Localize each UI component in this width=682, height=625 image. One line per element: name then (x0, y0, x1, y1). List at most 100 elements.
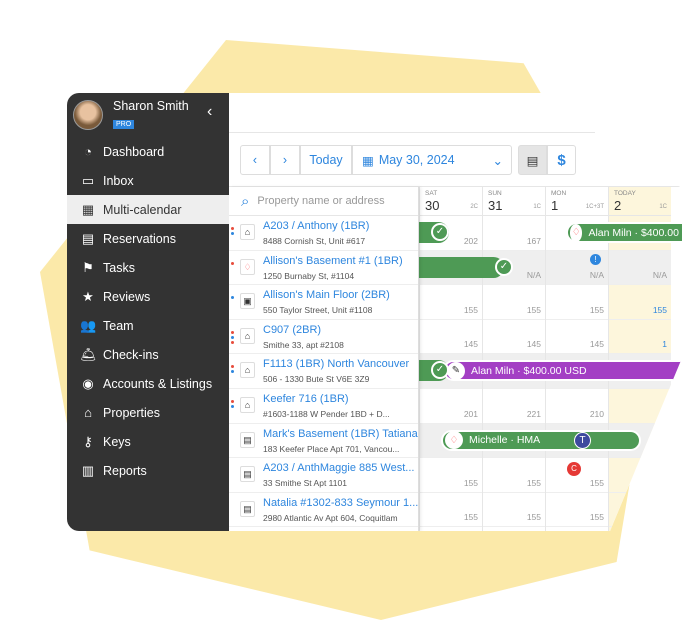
calendar-cell[interactable]: 155 (546, 285, 608, 320)
property-row[interactable]: ▤ A203 / AnthMaggie 885 West... 33 Smithe … (229, 458, 418, 493)
calendar-cell[interactable]: 155 (420, 285, 482, 320)
calendar-cell[interactable] (609, 458, 671, 493)
sidebar-item-team[interactable]: 👥 Team (67, 311, 229, 340)
calendar-cell[interactable]: 201 (420, 389, 482, 424)
info-icon[interactable]: ! (590, 253, 601, 265)
property-name[interactable]: A203 / AnthMaggie 885 West... (263, 462, 414, 474)
property-search[interactable]: ⌕ Property name or address (229, 187, 418, 216)
sidebar-item-inbox[interactable]: ▭ Inbox (67, 166, 229, 195)
property-row[interactable]: ⌂ A203 / Anthony (1BR) 8488 Cornish St, Un… (229, 216, 418, 251)
calendar-cell[interactable]: 145 (420, 320, 482, 355)
price-view-button[interactable]: $ (547, 145, 576, 175)
property-row[interactable]: ▣ Allison's Main Floor (2BR) 550 Taylor St… (229, 285, 418, 320)
calendar-cell[interactable]: 167 (483, 216, 545, 251)
sidebar-item-label: Multi-calendar (103, 202, 182, 217)
sidebar-item-tasks[interactable]: ⚑ Tasks (67, 253, 229, 282)
property-name[interactable]: Mark's Basement (1BR) Tatiana (263, 428, 418, 440)
sidebar-item-reservations[interactable]: ▤ Reservations (67, 224, 229, 253)
cell-value: 155 (463, 304, 478, 315)
calendar-cell[interactable]: 210 (546, 389, 608, 424)
calendar-cell[interactable]: 155 (483, 458, 545, 493)
account-icon: ◉ (82, 375, 94, 391)
top-bar (229, 93, 682, 133)
calendar-cell[interactable]: 221 (483, 389, 545, 424)
property-icon: ♢ (240, 258, 255, 275)
property-type-icon: ▤ (243, 469, 252, 480)
day-columns: SAT302C 202 N/A 155 145 201 155 155 SUN311C 167 N/… (356, 187, 682, 531)
property-address: 183 Keefer Place Apt 701, Vancou... (263, 443, 400, 454)
property-name[interactable]: F1113 (1BR) North Vancouver (263, 358, 409, 370)
property-name[interactable]: Allison's Basement #1 (1BR) (263, 255, 403, 267)
property-name[interactable]: C907 (2BR) (263, 324, 321, 336)
property-name[interactable]: A203 / Anthony (1BR) (263, 220, 369, 232)
calendar-cell[interactable]: 155 (609, 285, 671, 320)
cell-value: 145 (463, 339, 478, 350)
today-button[interactable]: Today (300, 145, 352, 175)
calendar-cell[interactable]: 145 (483, 320, 545, 355)
property-address: 550 Taylor Street, Unit #1108 (263, 305, 373, 316)
sidebar-item-reviews[interactable]: ★ Reviews (67, 282, 229, 311)
multi-calendar-grid: ⌕ Property name or address ⌂ A203 / Antho… (229, 186, 682, 531)
property-name[interactable]: Allison's Main Floor (2BR) (263, 289, 390, 301)
property-row[interactable]: ⌂ F1113 (1BR) North Vancouver 506 - 1330 B… (229, 354, 418, 389)
calendar-cell[interactable]: 155 (420, 493, 482, 528)
property-address: 506 - 1330 Bute St V6E 3Z9 (263, 374, 370, 385)
user-profile[interactable]: Sharon Smith PRO (73, 99, 189, 131)
property-icon: ⌂ (240, 396, 255, 413)
sidebar-item-properties[interactable]: ⌂ Properties (67, 398, 229, 427)
property-row[interactable]: ♢ Allison's Basement #1 (1BR) 1250 Burnaby… (229, 251, 418, 286)
property-name[interactable]: Natalia #1302-833 Seymour 1... (263, 497, 418, 509)
property-type-icon: ⌂ (244, 365, 251, 376)
calendar-cell[interactable]: 155 (546, 493, 608, 528)
home-icon: ⌂ (84, 405, 92, 420)
cell-value: 145 (526, 339, 541, 350)
calendar-cell[interactable]: 1 (609, 320, 671, 355)
task-icon[interactable]: T (574, 431, 591, 449)
booking-bar[interactable] (409, 256, 504, 278)
property-row[interactable]: ▤ Natalia #1302-833 Seymour 1... 2980 Atla… (229, 493, 418, 528)
search-input[interactable]: Property name or address (257, 195, 384, 207)
sidebar-item-keys[interactable]: ⚷ Keys (67, 427, 229, 456)
property-row[interactable]: ⌂ Keefer 716 (1BR) #1603-1188 W Pender 1BD… (229, 389, 418, 424)
calendar-cell[interactable]: 155 (483, 285, 545, 320)
calendar-cell[interactable]: N/A (609, 250, 671, 286)
calendar-cell[interactable] (609, 389, 671, 424)
sidebar-item-multi-calendar[interactable]: ▦ Multi-calendar (67, 195, 229, 224)
reports-icon: ▥ (81, 462, 95, 478)
sidebar-item-dashboard[interactable]: ◔ Dashboard (67, 137, 229, 166)
next-button[interactable]: › (270, 145, 300, 175)
calendar-cell[interactable] (609, 493, 671, 528)
sidebar-item-label: Tasks (103, 260, 135, 275)
calendar-view-button[interactable]: ▤ (518, 145, 547, 175)
property-name[interactable]: Keefer 716 (1BR) (263, 393, 349, 405)
date-picker[interactable]: ▦ May 30, 2024 ⌄ (352, 145, 512, 175)
calendar-cell[interactable]: 155 (420, 458, 482, 493)
plan-badge: PRO (113, 120, 135, 129)
sidebar-item-label: Keys (103, 434, 131, 449)
collapse-sidebar-icon[interactable]: ‹ (207, 103, 212, 121)
sidebar-nav: ◔ Dashboard ▭ Inbox ▦ Multi-calendar ▤ Reservat… (67, 137, 229, 485)
property-icon: ▤ (240, 500, 255, 517)
booking-bar[interactable]: ✎ Alan Miln · $400.00 USD (443, 360, 682, 382)
property-icon: ▤ (240, 466, 255, 483)
booking-bar[interactable]: ♢ Michelle · HMA T (441, 429, 641, 451)
prev-button[interactable]: ‹ (240, 145, 270, 175)
tasks-icon: ⚑ (82, 259, 94, 275)
sidebar-item-label: Reservations (103, 231, 176, 246)
airbnb-icon: ♢ (570, 223, 583, 242)
property-row[interactable]: ⌂ C907 (2BR) Smithe 33, apt #2108 (229, 320, 418, 355)
cell-value: 221 (526, 408, 541, 419)
sidebar-item-accounts-listings[interactable]: ◉ Accounts & Listings (67, 369, 229, 398)
cell-value: 155 (463, 477, 478, 488)
property-row[interactable]: ▤ Mark's Basement (1BR) Tatiana 183 Keefer… (229, 424, 418, 459)
app-window: Sharon Smith PRO ‹ ◔ Dashboard ▭ Inbox ▦ Mult… (67, 93, 682, 531)
sidebar-item-label: Check-ins (103, 347, 159, 362)
cell-value: 145 (589, 339, 604, 350)
sidebar-item-check-ins[interactable]: 🛎 Check-ins (67, 340, 229, 369)
day-header: SUN 31 1C (483, 187, 545, 216)
calendar-cell[interactable]: 145 (546, 320, 608, 355)
sidebar-item-reports[interactable]: ▥ Reports (67, 456, 229, 485)
calendar-cell[interactable]: 155 (483, 493, 545, 528)
cell-value: 167 (526, 235, 541, 246)
booking-bar[interactable]: ♢Alan Miln · $400.00 USD (566, 222, 682, 243)
